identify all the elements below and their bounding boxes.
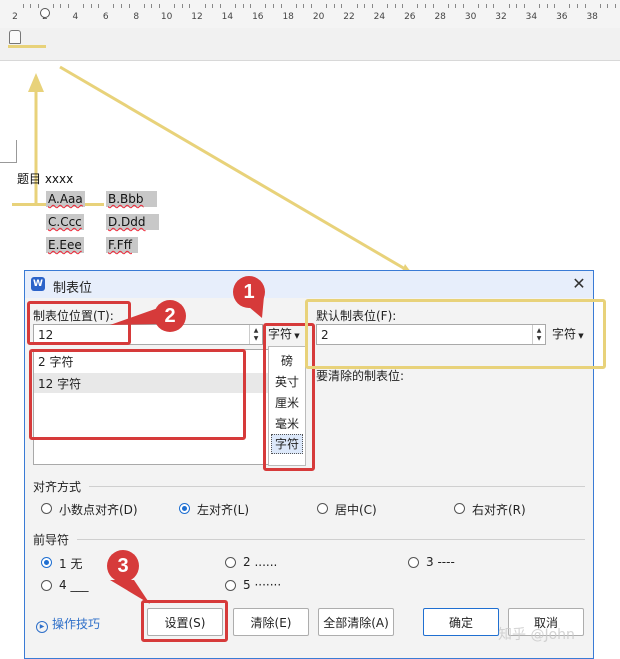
annotation-badge-2: 2 [154,300,186,332]
annotation-badge-3: 3 [107,550,139,582]
annotation-badge-1: 1 [233,276,265,308]
watermark: 知乎 @John [498,627,575,643]
badge-pointers [110,296,264,604]
